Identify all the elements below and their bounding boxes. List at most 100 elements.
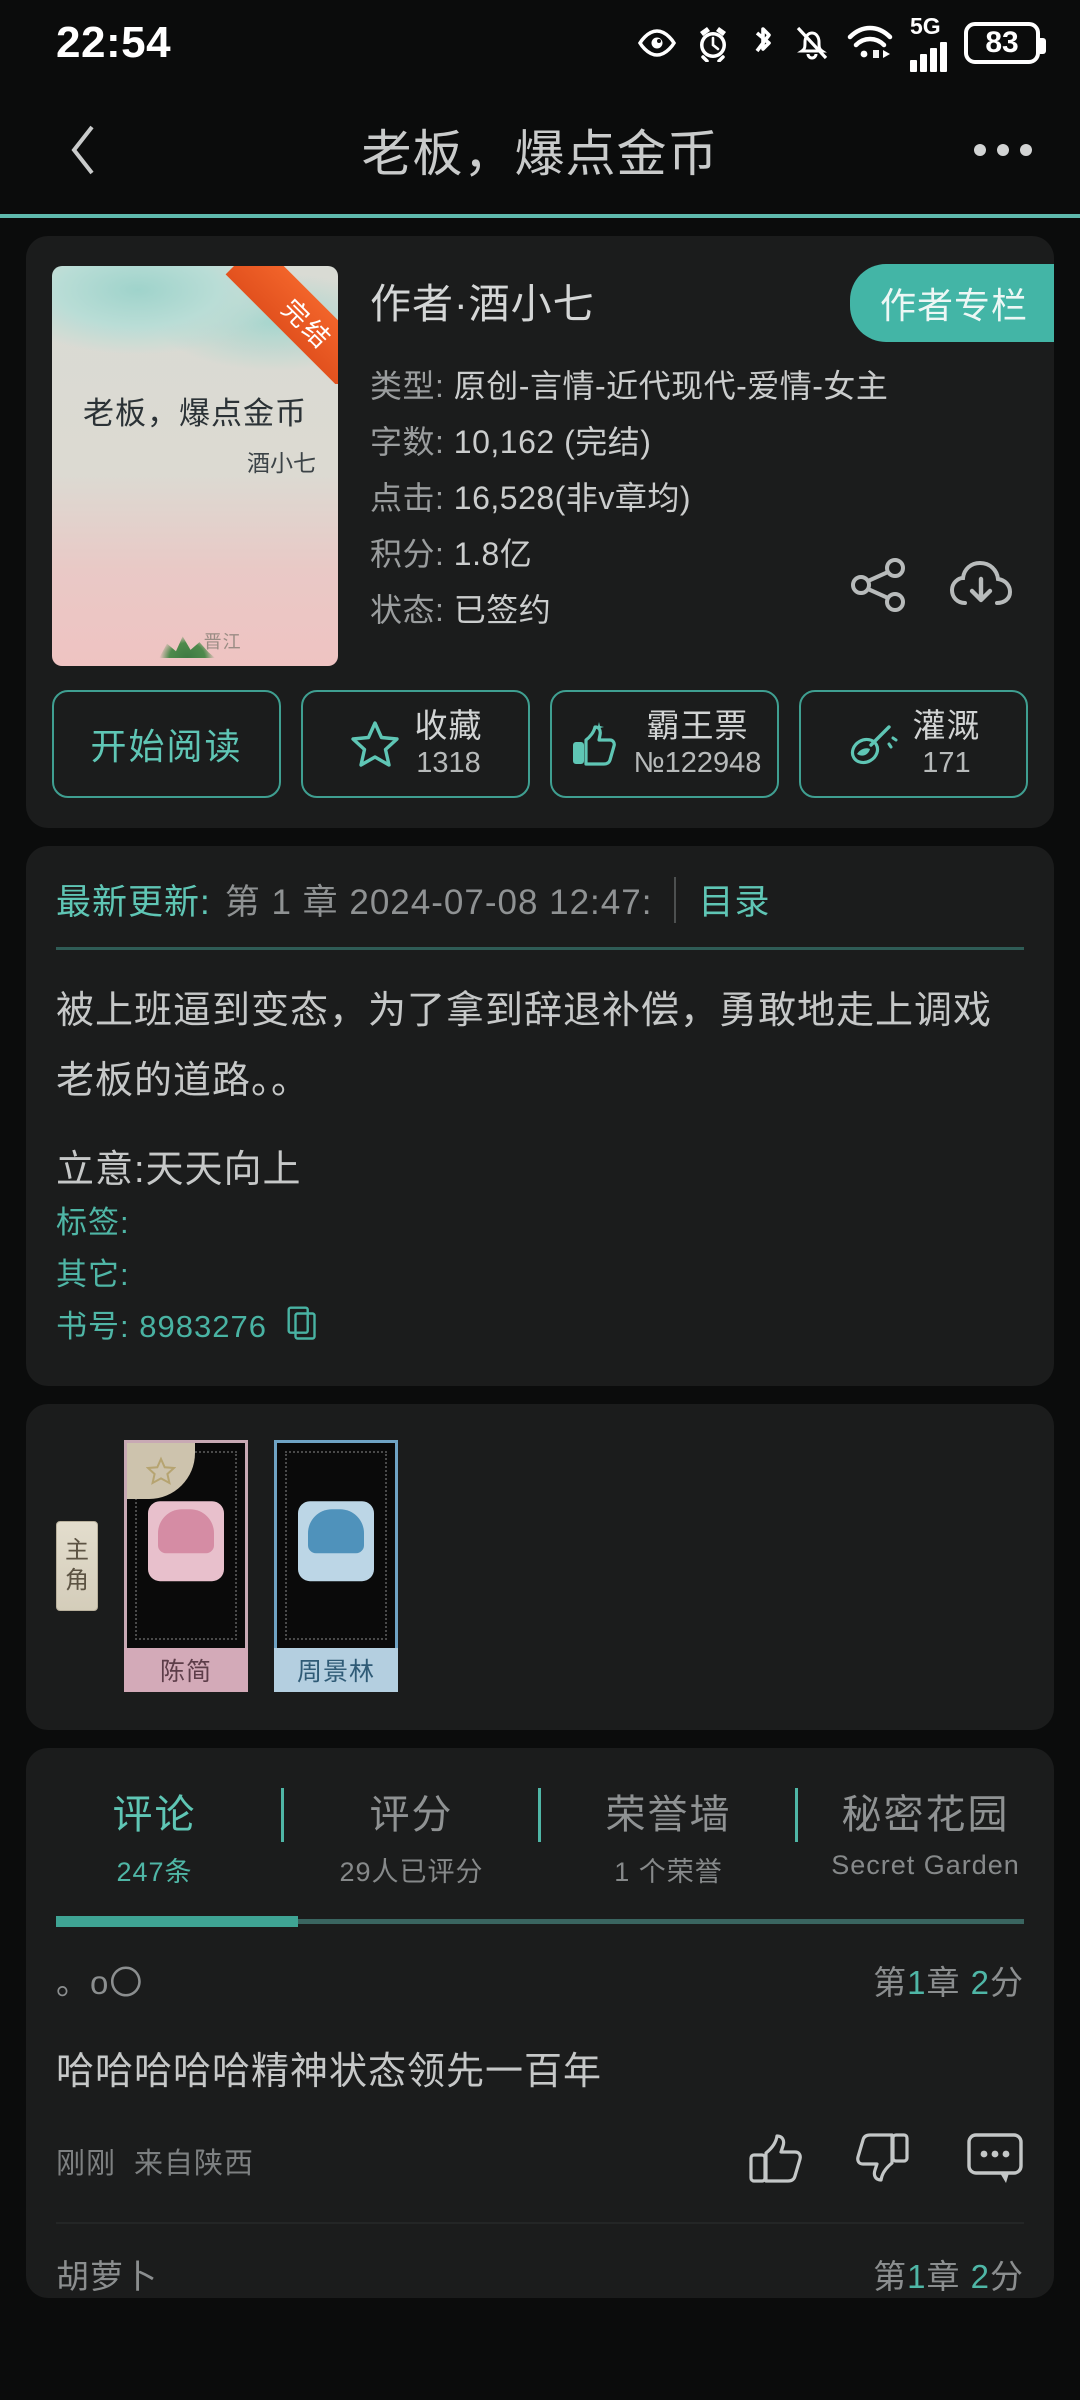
character-portrait-frame <box>274 1440 398 1648</box>
favorite-count: 1318 <box>416 747 481 780</box>
comment-score: 2 <box>970 2258 990 2295</box>
meta-row-type: 类型: 原创-言情-近代现代-爱情-女主 <box>370 358 1028 414</box>
thumbs-up-icon <box>749 2134 802 2183</box>
navigation-bar: 老板，爆点金币 <box>0 86 1080 214</box>
tab-sublabel: 1 个荣誉 <box>614 1857 723 1887</box>
tab-label: 评论 <box>112 1793 197 1837</box>
booknumber-row: 书号: 8983276 <box>56 1301 1024 1356</box>
latest-chapter-link[interactable]: 第 1 章 2024-07-08 12:47: <box>225 874 653 925</box>
ticket-label: 霸王票 <box>646 707 749 745</box>
character-card-male[interactable]: 周景林 <box>274 1440 398 1692</box>
tab-honor-wall[interactable]: 荣誉墙 1 个荣誉 <box>540 1782 798 1889</box>
tab-label: 评分 <box>369 1793 454 1837</box>
star-icon <box>146 1456 176 1485</box>
tab-indicator-track <box>56 1916 1024 1927</box>
download-button[interactable] <box>948 557 1014 618</box>
comment-chapter-score: 第1章 2分 <box>873 2250 1024 2298</box>
comment-chapter-unit: 章 <box>926 1964 961 2001</box>
meta-label: 点击: <box>370 480 445 516</box>
avatar <box>148 1500 224 1581</box>
meta-label: 字数: <box>370 424 445 460</box>
tab-rating[interactable]: 评分 29人已评分 <box>283 1782 541 1889</box>
meta-value: 10,162 (完结) <box>453 424 652 460</box>
comment-time: 刚刚 <box>56 2147 117 2180</box>
book-cover[interactable]: 老板，爆点金币 酒小七 晋江 完结 <box>52 266 338 666</box>
comment-item: 胡萝卜 第1章 2分 <box>26 2224 1054 2298</box>
signal-icon: 5G <box>910 14 947 72</box>
meta-value: 已签约 <box>453 592 552 628</box>
alarm-icon <box>694 24 732 62</box>
table-of-contents-button[interactable]: 目录 <box>698 874 770 925</box>
eye-icon <box>637 29 677 57</box>
comment-dislike-button[interactable] <box>856 2129 912 2192</box>
bell-muted-icon <box>794 24 830 62</box>
comment-score-unit: 分 <box>990 2258 1024 2295</box>
header-divider <box>0 214 1080 218</box>
favorite-label: 收藏 <box>414 707 483 745</box>
more-options-button[interactable] <box>974 144 1032 156</box>
back-button[interactable] <box>48 115 118 185</box>
start-reading-button[interactable]: 开始阅读 <box>52 690 281 798</box>
comment-username[interactable]: 。o〇 <box>56 1956 143 2004</box>
character-list: 主角 陈简 周景林 <box>26 1404 1054 1730</box>
app-screen: 22:54 5G 83 老板，爆点金币 老板，爆点金币 酒小七 晋江 完结 作者… <box>0 0 1080 2400</box>
other-label: 其它: <box>56 1257 130 1292</box>
page-title: 老板，爆点金币 <box>361 126 719 182</box>
tab-comments[interactable]: 评论 247条 <box>26 1782 284 1889</box>
avatar <box>298 1500 374 1581</box>
status-bar: 22:54 5G 83 <box>0 0 1080 86</box>
character-card-female[interactable]: 陈简 <box>124 1440 248 1692</box>
favorite-button[interactable]: 收藏 1318 <box>301 690 530 798</box>
ticket-count: №122948 <box>633 747 762 780</box>
ribbon-label: 完结 <box>225 266 338 384</box>
irrigate-label: 灌溉 <box>912 707 981 745</box>
battery-level-label: 83 <box>985 26 1019 59</box>
role-tag: 主角 <box>56 1521 98 1611</box>
watering-can-icon <box>850 725 897 765</box>
more-horizontal-icon <box>974 144 986 156</box>
author-column-button[interactable]: 作者专栏 <box>849 264 1054 342</box>
wifi-icon <box>847 25 893 61</box>
action-button-row: 开始阅读 收藏 1318 霸王票 №122948 灌溉 171 <box>26 666 1054 828</box>
battery-icon: 83 <box>964 22 1046 64</box>
meta-row-wordcount: 字数: 10,162 (完结) <box>370 414 1028 470</box>
book-info-card: 老板，爆点金币 酒小七 晋江 完结 作者·酒小七 作者专栏 类型: 原创-言情-… <box>26 236 1054 828</box>
bluetooth-icon <box>749 23 777 63</box>
meta-label: 类型: <box>370 368 445 404</box>
other-row: 其它: <box>56 1249 1024 1301</box>
comment-chapter-number: 1 <box>907 2258 927 2295</box>
meta-value: 16,528(非v章均) <box>453 480 691 516</box>
irrigate-button[interactable]: 灌溉 171 <box>799 690 1028 798</box>
tab-secret-garden[interactable]: 秘密花园 Secret Garden <box>797 1782 1054 1881</box>
tab-label: 荣誉墙 <box>605 1793 732 1837</box>
tab-sublabel: Secret Garden <box>831 1850 1020 1880</box>
irrigate-count: 171 <box>922 747 971 780</box>
comment-like-button[interactable] <box>746 2129 802 2192</box>
comment-score-unit: 分 <box>990 1964 1024 2001</box>
comment-chapter-number: 1 <box>907 1964 927 2001</box>
tab-indicator <box>56 1916 298 1927</box>
meta-value: 1.8亿 <box>453 536 533 572</box>
meta-label: 状态: <box>370 592 445 628</box>
copy-button[interactable] <box>287 1304 317 1356</box>
publisher-logo: 晋江 <box>203 632 242 652</box>
status-bar-icons: 5G 83 <box>637 14 1046 72</box>
description-text: 被上班逼到变态，为了拿到辞退补偿，勇敢地走上调戏老板的道路。。 <box>56 990 993 1102</box>
tab-sublabel: 247条 <box>116 1857 193 1887</box>
intent-text: 立意:天天向上 <box>56 1149 302 1191</box>
status-bar-clock: 22:54 <box>56 18 172 67</box>
comment-username[interactable]: 胡萝卜 <box>56 2250 158 2298</box>
book-attributes: 标签: 其它: 书号: 8983276 <box>26 1193 1054 1356</box>
comment-body: 哈哈哈哈哈精神状态领先一百年 <box>56 2051 603 2093</box>
character-portrait-frame <box>124 1440 248 1648</box>
ticket-button[interactable]: 霸王票 №122948 <box>550 690 779 798</box>
chevron-left-icon <box>71 125 94 175</box>
comment-reply-button[interactable] <box>966 2131 1024 2190</box>
comment-chapter-prefix: 第 <box>873 2258 908 2295</box>
more-horizontal-icon <box>1020 144 1032 156</box>
comment-chapter-unit: 章 <box>926 2258 961 2295</box>
tab-sublabel: 29人已评分 <box>339 1857 484 1887</box>
meta-row-clicks: 点击: 16,528(非v章均) <box>370 470 1028 526</box>
booknumber-label: 书号: <box>56 1309 130 1344</box>
share-button[interactable] <box>850 558 908 617</box>
